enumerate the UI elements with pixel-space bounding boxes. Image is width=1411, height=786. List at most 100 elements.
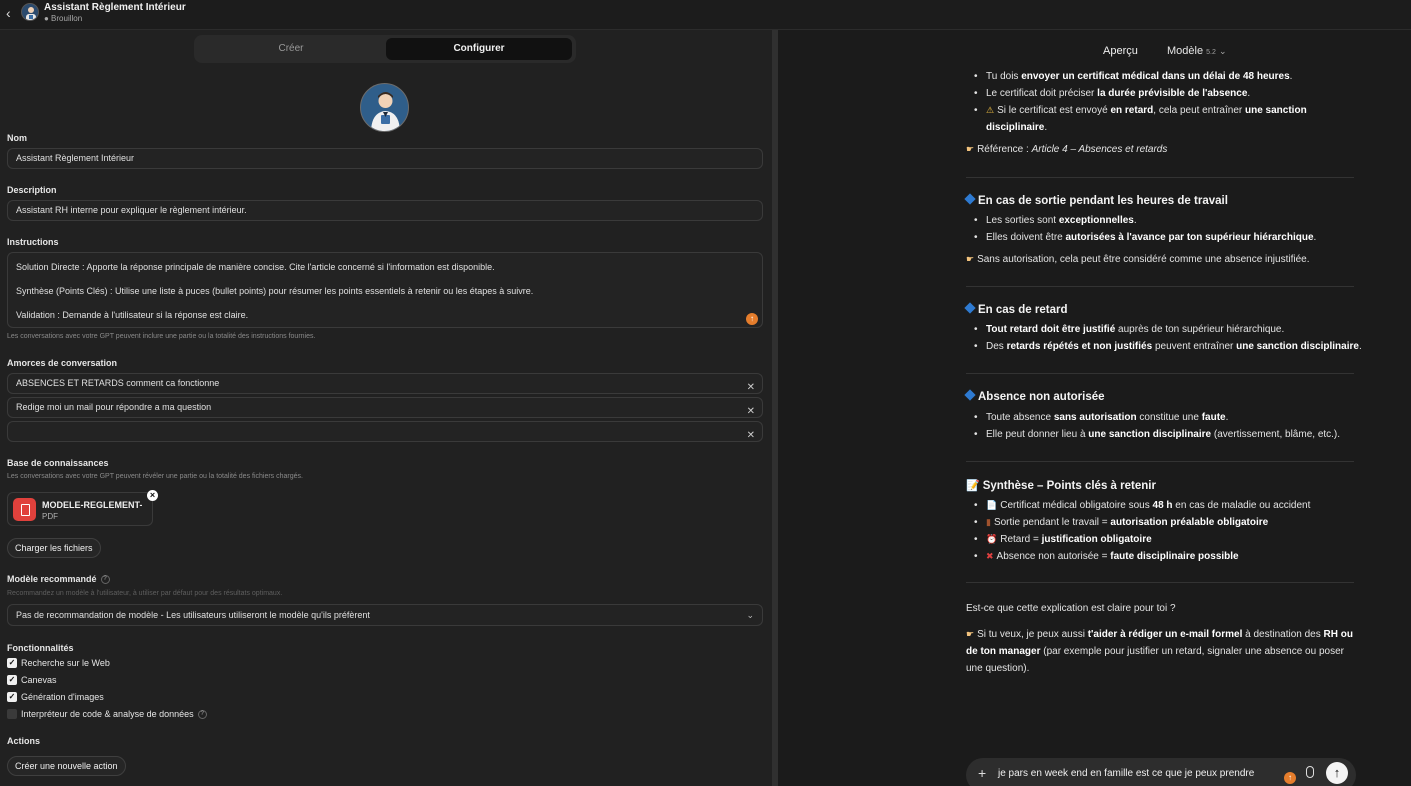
list-item: ▮Sortie pendant le travail = autorisatio… — [974, 514, 1268, 531]
capability-label: Génération d'images — [21, 692, 104, 702]
expand-arrow-icon[interactable]: ↑ — [746, 313, 758, 325]
grammar-arrow-icon[interactable]: ↑ — [1284, 772, 1296, 784]
knowledge-label: Base de connaissances — [7, 458, 109, 468]
upload-files-button[interactable]: Charger les fichiers — [7, 538, 101, 558]
list-item: Toute absence sans autorisation constitu… — [974, 409, 1228, 426]
top-bar: ‹ Assistant Règlement Intérieur ● Brouil… — [0, 0, 1411, 30]
instructions-line: Synthèse (Points Clés) : Utilise une lis… — [16, 286, 534, 296]
help-icon[interactable]: ? — [197, 710, 207, 720]
pointing-hand-icon: ☛ — [966, 629, 975, 639]
section-heading: Absence non autorisée — [964, 389, 1105, 403]
actions-label: Actions — [7, 736, 41, 746]
list-item: Le certificat doit préciser la durée pré… — [974, 85, 1250, 102]
section-heading: En cas de sortie pendant les heures de t… — [964, 193, 1228, 207]
section-heading: En cas de retard — [964, 302, 1067, 316]
model-select-value: Pas de recommandation de modèle - Les ut… — [16, 610, 370, 620]
capabilities-label: Fonctionnalités — [7, 643, 74, 653]
knowledge-file-card[interactable]: MODELE-REGLEMENT-I PDF × — [7, 490, 158, 526]
checkbox-unchecked-icon[interactable] — [7, 709, 17, 719]
list-item: ✖Absence non autorisée = faute disciplin… — [974, 548, 1239, 565]
starter-text: ABSENCES ET RETARDS comment ca fonctionn… — [16, 378, 220, 388]
list-item: ⏰Retard = justification obligatoire — [974, 531, 1152, 548]
preview-pane: Aperçu Modèle 5.2 ⌄ Tu dois envoyer un c… — [778, 30, 1411, 786]
blue-diamond-icon — [964, 193, 976, 205]
description-input[interactable]: Assistant RH interne pour expliquer le r… — [7, 200, 763, 221]
warning-icon: ⚠ — [986, 105, 995, 115]
blue-diamond-icon — [964, 302, 976, 314]
offer-line: ☛ Si tu veux, je peux aussi t'aider à réd… — [966, 626, 1353, 643]
offer-line: une question). — [966, 663, 1030, 674]
model-selector[interactable]: Modèle 5.2 ⌄ — [1167, 45, 1226, 57]
divider — [966, 461, 1354, 462]
memo-icon: 📝 — [966, 480, 980, 492]
model-version: 5.2 — [1206, 49, 1216, 56]
checkbox-checked-icon[interactable]: ✓ — [7, 658, 17, 668]
starter-text: Redige moi un mail pour répondre a ma qu… — [16, 402, 212, 412]
gpt-profile-image[interactable] — [360, 83, 409, 132]
document-icon: 📄 — [986, 500, 998, 510]
tab-configure[interactable]: Configurer — [386, 38, 572, 60]
starter-input[interactable]: Redige moi un mail pour répondre a ma qu… — [7, 397, 763, 418]
model-select[interactable]: Pas de recommandation de modèle - Les ut… — [7, 604, 763, 626]
list-item: Tout retard doit être justifié auprès de… — [974, 321, 1284, 338]
remove-starter-icon[interactable]: ✕ — [747, 402, 755, 421]
send-arrow-icon[interactable]: ↑ — [1326, 762, 1348, 784]
file-type: PDF — [42, 512, 58, 521]
microphone-icon[interactable] — [1306, 766, 1314, 778]
red-cross-icon: ✖ — [986, 551, 994, 561]
instructions-line: Solution Directe : Apporte la réponse pr… — [16, 262, 495, 272]
remove-starter-icon[interactable]: ✕ — [747, 378, 755, 397]
instructions-line: Validation : Demande à l'utilisateur si … — [16, 310, 249, 320]
knowledge-hint: Les conversations avec votre GPT peuvent… — [7, 473, 303, 480]
capability-label: Canevas — [21, 675, 57, 685]
description-label: Description — [7, 185, 57, 195]
list-item: Elle peut donner lieu à une sanction dis… — [974, 426, 1340, 443]
divider — [966, 582, 1354, 583]
instructions-hint: Les conversations avec votre GPT peuvent… — [7, 333, 316, 340]
instructions-textarea[interactable]: Solution Directe : Apporte la réponse pr… — [7, 252, 763, 328]
pointing-hand-icon: ☛ — [966, 254, 975, 264]
divider — [966, 286, 1354, 287]
recommended-model-label: Modèle recommandé? — [7, 574, 110, 585]
offer-line: de ton manager (par exemple pour justifi… — [966, 646, 1344, 657]
list-item: Tu dois envoyer un certificat médical da… — [974, 68, 1292, 85]
gpt-avatar — [21, 3, 39, 21]
back-chevron-icon[interactable]: ‹ — [6, 6, 18, 20]
pointing-hand-icon: ☛ — [966, 144, 975, 154]
list-item: Des retards répétés et non justifiés peu… — [974, 338, 1362, 355]
question-line: Est-ce que cette explication est claire … — [966, 603, 1176, 614]
checkbox-checked-icon[interactable]: ✓ — [7, 692, 17, 702]
door-icon: ▮ — [986, 517, 991, 527]
model-selector-label: Modèle — [1167, 45, 1204, 57]
divider — [966, 373, 1354, 374]
list-item: 📄Certificat médical obligatoire sous 48 … — [974, 497, 1310, 514]
gpt-title: Assistant Règlement Intérieur — [44, 2, 186, 13]
chevron-down-icon: ⌄ — [1218, 46, 1227, 56]
list-item-continuation: disciplinaire. — [986, 122, 1048, 133]
tab-create[interactable]: Créer — [198, 38, 384, 60]
create-action-button[interactable]: Créer une nouvelle action — [7, 756, 126, 776]
checkbox-checked-icon[interactable]: ✓ — [7, 675, 17, 685]
list-item: ⚠Si le certificat est envoyé en retard, … — [974, 102, 1307, 119]
remove-starter-icon[interactable]: ✕ — [747, 426, 755, 445]
instructions-label: Instructions — [7, 237, 59, 247]
reference-line: ☛ Référence : Article 4 – Absences et ret… — [966, 141, 1167, 158]
section-heading: 📝 Synthèse – Points clés à retenir — [966, 480, 1156, 492]
remove-file-icon[interactable]: × — [147, 490, 158, 501]
draft-status: ● Brouillon — [44, 14, 83, 23]
alarm-clock-icon: ⏰ — [986, 534, 998, 544]
composer-input[interactable]: je pars en week end en famille est ce qu… — [998, 768, 1254, 779]
starter-input[interactable]: ABSENCES ET RETARDS comment ca fonctionn… — [7, 373, 763, 394]
editor-pane: Créer Configurer Nom Assistant Règlement… — [0, 30, 772, 786]
mode-tabs: Créer Configurer — [194, 35, 576, 63]
starters-label: Amorces de conversation — [7, 358, 118, 368]
message-composer[interactable]: + je pars en week end en famille est ce … — [966, 758, 1356, 786]
help-icon[interactable]: ? — [100, 575, 110, 585]
capability-label: Recherche sur le Web — [21, 658, 110, 668]
plus-icon[interactable]: + — [978, 765, 986, 781]
capability-label-text: Interpréteur de code & analyse de donnée… — [21, 709, 194, 719]
starter-input[interactable]: ✕ — [7, 421, 763, 442]
model-hint: Recommandez un modèle à l'utilisateur, à… — [7, 590, 283, 597]
note-line: ☛ Sans autorisation, cela peut être consi… — [966, 251, 1310, 268]
name-input[interactable]: Assistant Règlement Intérieur — [7, 148, 763, 169]
